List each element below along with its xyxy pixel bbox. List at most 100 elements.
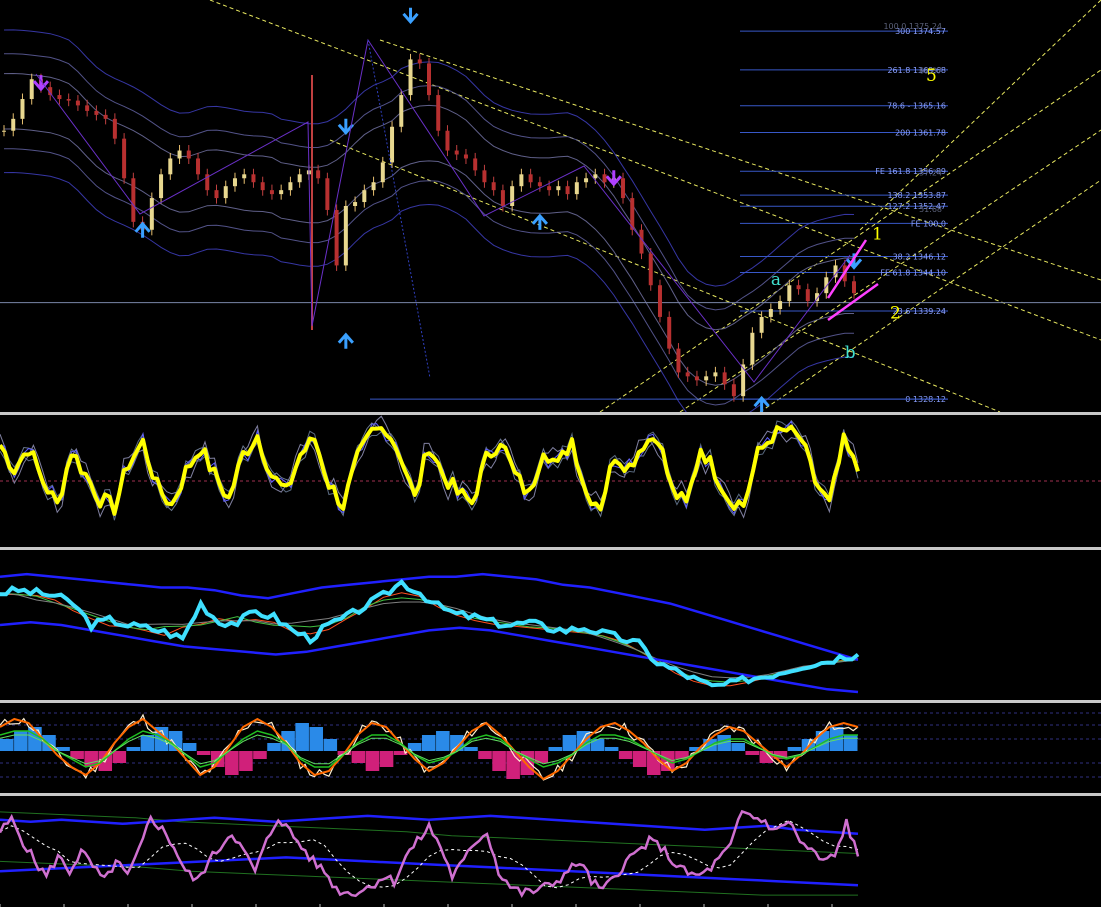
bands-ma-line — [0, 592, 859, 679]
macd-histogram-bar — [126, 747, 141, 751]
candle-body — [704, 376, 709, 381]
candle-body — [390, 126, 395, 163]
macd-histogram-bar — [787, 747, 802, 751]
candle-body — [436, 95, 441, 131]
candle-body — [94, 110, 99, 115]
fib-faint-label: 57.24 — [919, 169, 942, 178]
candle-body — [621, 178, 626, 199]
candle-body — [657, 285, 662, 317]
candle-body — [805, 289, 810, 302]
fib-faint-label: 100.0 1375.24 — [883, 22, 942, 31]
candle-body — [565, 186, 570, 195]
wave-label: 5 — [926, 66, 937, 86]
candle-body — [537, 182, 542, 187]
macd-chart[interactable] — [0, 703, 1101, 793]
candle-body — [768, 309, 773, 317]
candle-body — [103, 114, 108, 119]
candle-body — [343, 206, 348, 266]
candle-body — [186, 150, 191, 159]
macd-histogram-bar — [379, 751, 394, 767]
zigzag-line — [35, 38, 851, 383]
candle-body — [232, 178, 237, 187]
candle-body — [731, 384, 736, 397]
macd-histogram-bar — [632, 751, 647, 767]
candle-body — [112, 118, 117, 139]
candle-body — [75, 100, 80, 106]
price-pane[interactable]: 300 1374.57 261.8 1369.68 78.6 - 1365.16 20… — [0, 0, 1101, 412]
candle-body — [528, 174, 533, 183]
oscillator-main-line — [0, 424, 860, 516]
candle-body — [334, 209, 339, 266]
macd-histogram-bar — [604, 747, 619, 751]
oscillator-pane[interactable] — [0, 415, 1101, 547]
candle-body — [260, 182, 265, 191]
fib-level-label: 138.2 1353.87 — [887, 191, 946, 200]
fib-level-label: 200 1361.78 — [895, 128, 946, 137]
macd-histogram-bar — [464, 747, 478, 751]
macd-histogram-bar — [196, 751, 211, 755]
fib-faint-label: 51.68 — [919, 205, 942, 214]
candle-body — [11, 118, 16, 131]
candle-body — [223, 186, 228, 199]
candle-body — [427, 63, 431, 96]
candle-body — [297, 174, 302, 183]
candle-body — [353, 202, 358, 206]
candle-body — [676, 348, 681, 373]
macd-pane[interactable] — [0, 703, 1101, 793]
macd-histogram-bar — [267, 743, 281, 751]
fib-level-label: 78.6 - 1365.16 — [887, 102, 946, 111]
candle-body — [713, 372, 718, 377]
candle-body — [750, 332, 755, 365]
macd-histogram-bar — [351, 751, 366, 763]
macd-histogram-bar — [323, 739, 338, 751]
candle-body — [408, 59, 413, 96]
price-chart[interactable]: 300 1374.57261.8 1369.6878.6 - 1365.1620… — [0, 0, 1101, 412]
candle-body — [685, 372, 690, 377]
bands-outer-line — [0, 572, 859, 661]
fib-level-label: 38.2 1346.12 — [893, 253, 946, 262]
candle-body — [214, 190, 219, 199]
macd-histogram-bar — [421, 735, 436, 751]
candle-body — [722, 372, 727, 385]
macd-histogram-bar — [239, 751, 253, 771]
bands-chart[interactable] — [0, 550, 1101, 700]
candle-body — [667, 316, 672, 349]
candle-body — [694, 376, 699, 381]
candle-body — [316, 170, 321, 179]
candle-body — [796, 285, 801, 290]
rsi-chart[interactable] — [0, 796, 1101, 907]
wave-label: a — [771, 270, 781, 290]
wave-label: 1 — [872, 224, 883, 244]
macd-histogram-bar — [478, 751, 492, 759]
candle-body — [159, 174, 164, 199]
candle-body — [168, 158, 173, 175]
candle-body — [593, 174, 598, 179]
macd-histogram-bar — [548, 747, 563, 751]
candle-body — [556, 186, 561, 191]
candle-body — [242, 174, 247, 179]
candle-body — [2, 130, 6, 132]
macd-histogram-bar — [843, 735, 858, 751]
fan-line — [759, 179, 1101, 412]
candle-body — [399, 95, 404, 127]
candle-body — [639, 229, 644, 254]
candle-body — [85, 105, 90, 111]
candle-body — [491, 182, 496, 191]
rsi-green-line — [0, 811, 859, 854]
oscillator-chart[interactable] — [0, 415, 1101, 547]
candle-body — [131, 178, 136, 222]
candle-body — [463, 154, 468, 159]
candle-body — [279, 190, 284, 195]
macd-histogram-bar — [225, 751, 239, 775]
bands-pane[interactable] — [0, 550, 1101, 700]
up-arrow-icon — [531, 213, 548, 230]
candle-body — [371, 182, 376, 191]
candle-body — [519, 174, 524, 187]
candle-body — [122, 138, 127, 179]
macd-histogram-bar — [492, 751, 506, 771]
candle-body — [177, 150, 182, 159]
macd-histogram-bar — [253, 751, 267, 759]
candle-body — [445, 130, 450, 151]
candle-body — [648, 253, 653, 286]
rsi-pane[interactable] — [0, 796, 1101, 907]
